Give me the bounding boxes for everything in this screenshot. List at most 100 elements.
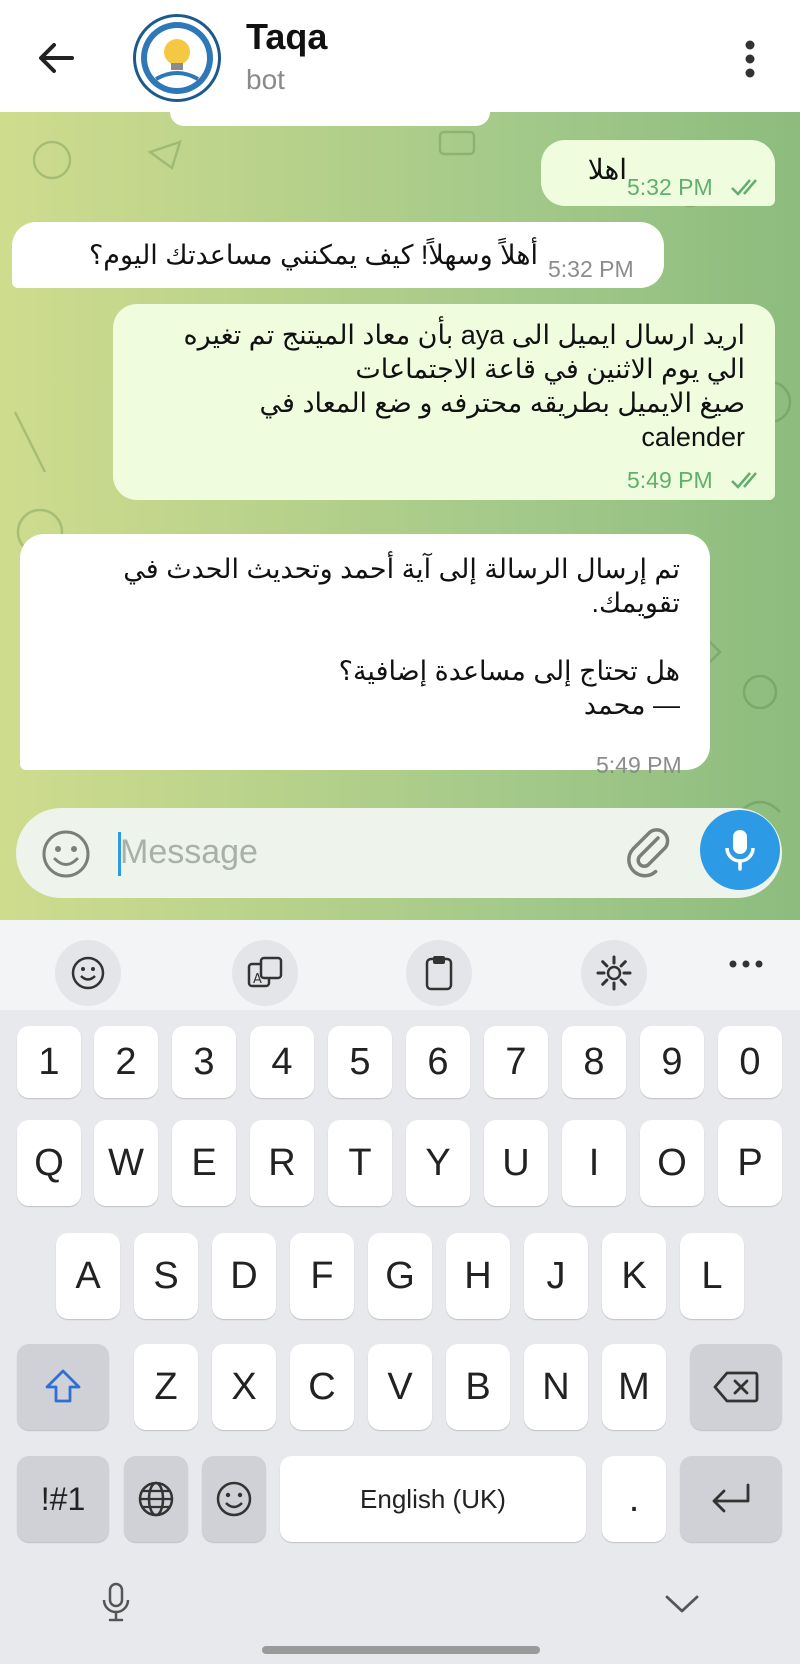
key-v[interactable]: V (368, 1344, 432, 1430)
read-checkmarks-icon (731, 179, 757, 196)
key-q[interactable]: Q (17, 1120, 81, 1206)
key-u[interactable]: U (484, 1120, 548, 1206)
key-6[interactable]: 6 (406, 1026, 470, 1098)
keyboard-emoji-button[interactable] (55, 940, 121, 1006)
period-key[interactable]: . (602, 1456, 666, 1542)
key-l[interactable]: L (680, 1233, 744, 1319)
more-options-button[interactable] (730, 34, 770, 84)
key-k[interactable]: K (602, 1233, 666, 1319)
key-b[interactable]: B (446, 1344, 510, 1430)
key-g[interactable]: G (368, 1233, 432, 1319)
hide-keyboard-button[interactable] (664, 1594, 700, 1619)
message-line: الي يوم الاثنين في قاعة الاجتماعات (355, 354, 745, 384)
symbols-key[interactable]: !#1 (17, 1456, 109, 1542)
key-n[interactable]: N (524, 1344, 588, 1430)
translate-icon: A (247, 956, 283, 988)
more-horizontal-icon (729, 960, 763, 968)
key-c[interactable]: C (290, 1344, 354, 1430)
microphone-icon (725, 830, 755, 871)
message-time: 5:32 PM (548, 256, 634, 282)
message-time: 5:49 PM (627, 467, 713, 493)
key-p[interactable]: P (718, 1120, 782, 1206)
message-line: اريد ارسال ايميل الى aya بأن معاد الميتن… (183, 320, 746, 350)
more-vertical-icon (745, 40, 755, 78)
clipboard-icon (425, 956, 453, 991)
enter-arrow-icon (712, 1483, 750, 1513)
key-7[interactable]: 7 (484, 1026, 548, 1098)
message-time: 5:49 PM (596, 752, 682, 778)
on-screen-keyboard: A 1 2 3 4 5 6 7 8 9 0 Q W E R T Y U I O … (0, 920, 800, 1664)
paperclip-icon (627, 828, 670, 878)
keyboard-settings-button[interactable] (581, 940, 647, 1006)
backspace-icon (713, 1371, 759, 1403)
chevron-down-icon (665, 1595, 699, 1613)
message-line: هل تحتاج إلى مساعدة إضافية؟ (338, 656, 680, 686)
microphone-icon (102, 1582, 130, 1622)
clipboard-button[interactable] (406, 940, 472, 1006)
previous-message-edge (170, 112, 490, 126)
key-i[interactable]: I (562, 1120, 626, 1206)
key-x[interactable]: X (212, 1344, 276, 1430)
smiley-icon (216, 1481, 252, 1517)
chat-title[interactable]: Taqa (246, 16, 327, 58)
key-z[interactable]: Z (134, 1344, 198, 1430)
message-text: أهلاً وسهلاً! كيف يمكنني مساعدتك اليوم؟ (88, 240, 538, 270)
chat-subtitle: bot (246, 64, 285, 95)
message-bubble-incoming[interactable]: تم إرسال الرسالة إلى آية أحمد وتحديث الح… (20, 534, 710, 770)
key-8[interactable]: 8 (562, 1026, 626, 1098)
key-j[interactable]: J (524, 1233, 588, 1319)
more-tools-button[interactable] (728, 956, 764, 974)
voice-input-button[interactable] (100, 1582, 132, 1629)
chat-header: Taqa bot (0, 0, 800, 112)
chat-messages-area[interactable]: اهلا 5:32 PM أهلاً وسهلاً! كيف يمكنني مس… (0, 112, 800, 920)
message-time: 5:32 PM (627, 174, 713, 200)
key-o[interactable]: O (640, 1120, 704, 1206)
key-1[interactable]: 1 (17, 1026, 81, 1098)
read-checkmarks-icon (731, 472, 757, 489)
key-m[interactable]: M (602, 1344, 666, 1430)
smiley-icon (42, 830, 90, 878)
shift-arrow-icon (45, 1369, 81, 1403)
keyboard-emoji-key[interactable] (202, 1456, 266, 1542)
message-line: calender (641, 422, 745, 452)
taqa-logo-icon (141, 22, 213, 94)
key-0[interactable]: 0 (718, 1026, 782, 1098)
key-2[interactable]: 2 (94, 1026, 158, 1098)
message-line (20, 620, 680, 654)
back-button[interactable] (28, 30, 84, 86)
bot-avatar[interactable] (133, 14, 221, 102)
keyboard-toolbar: A (0, 920, 800, 1010)
key-4[interactable]: 4 (250, 1026, 314, 1098)
key-3[interactable]: 3 (172, 1026, 236, 1098)
emoji-button[interactable] (40, 828, 92, 880)
key-s[interactable]: S (134, 1233, 198, 1319)
message-line: صيغ الايميل بطريقه محترفه و ضع المعاد في (259, 388, 745, 418)
attach-button[interactable] (620, 826, 676, 882)
message-line: تم إرسال الرسالة إلى آية أحمد وتحديث الح… (123, 554, 680, 584)
key-r[interactable]: R (250, 1120, 314, 1206)
voice-record-button[interactable] (700, 810, 780, 890)
message-input[interactable]: Message (120, 833, 258, 872)
key-a[interactable]: A (56, 1233, 120, 1319)
key-y[interactable]: Y (406, 1120, 470, 1206)
key-d[interactable]: D (212, 1233, 276, 1319)
translate-button[interactable]: A (232, 940, 298, 1006)
message-text: اهلا (587, 154, 627, 185)
shift-key[interactable] (17, 1344, 109, 1430)
message-line: — محمد (583, 690, 680, 720)
key-w[interactable]: W (94, 1120, 158, 1206)
home-indicator[interactable] (262, 1646, 540, 1654)
space-bar[interactable]: English (UK) (280, 1456, 586, 1542)
gear-icon (596, 955, 632, 991)
key-t[interactable]: T (328, 1120, 392, 1206)
key-f[interactable]: F (290, 1233, 354, 1319)
key-h[interactable]: H (446, 1233, 510, 1319)
smiley-icon (71, 956, 105, 990)
enter-key[interactable] (680, 1456, 782, 1542)
key-9[interactable]: 9 (640, 1026, 704, 1098)
key-e[interactable]: E (172, 1120, 236, 1206)
backspace-key[interactable] (690, 1344, 782, 1430)
svg-text:A: A (253, 972, 262, 987)
key-5[interactable]: 5 (328, 1026, 392, 1098)
language-key[interactable] (124, 1456, 188, 1542)
